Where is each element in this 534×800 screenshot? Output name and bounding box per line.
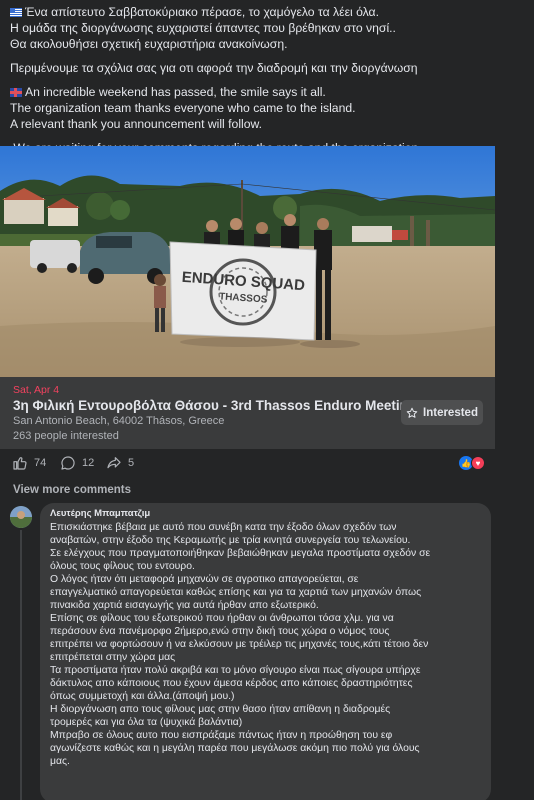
- post-actions: 74 12 5 👍 ♥: [0, 449, 495, 479]
- greek-paragraph: Ένα απίστευτο Σαββατοκύριακο πέρασε, το …: [10, 4, 524, 52]
- greece-flag-icon: [10, 8, 22, 17]
- star-icon: [406, 407, 418, 418]
- avatar[interactable]: [10, 506, 32, 528]
- view-more-comments-link[interactable]: View more comments: [13, 484, 131, 496]
- comment-action[interactable]: 12: [60, 455, 94, 471]
- thumbs-up-icon: [13, 457, 27, 470]
- photo-illustration: ENDURO SQUAD THASSOS: [0, 146, 495, 377]
- share-count: 5: [128, 457, 135, 469]
- post-line: An incredible weekend has passed, the sm…: [10, 84, 524, 100]
- post-text: Ένα απίστευτο Σαββατοκύριακο πέρασε, το …: [10, 4, 524, 164]
- event-photo[interactable]: ENDURO SQUAD THASSOS: [0, 146, 495, 377]
- post-line: Η ομάδα της διοργάνωσης ευχαριστεί άπαντ…: [10, 21, 396, 35]
- interested-label: Interested: [423, 406, 478, 419]
- interested-count: 263 people interested: [13, 430, 119, 442]
- comment-author[interactable]: Λευτέρης Μπαμπατζιμ: [50, 508, 481, 519]
- comment-bubble: Λευτέρης Μπαμπατζιμ Επισκιάστηκε βέβαια …: [40, 503, 491, 800]
- like-count: 74: [34, 457, 47, 469]
- love-reaction-icon: ♥: [471, 456, 485, 470]
- comment-count: 12: [82, 457, 95, 469]
- post-line: Θα ακολουθήσει σχετική ευχαριστήρια ανακ…: [10, 37, 288, 51]
- reactions-summary[interactable]: 👍 ♥: [459, 456, 485, 470]
- english-paragraph: An incredible weekend has passed, the sm…: [10, 84, 524, 132]
- post-line: The organization team thanks everyone wh…: [10, 101, 356, 115]
- event-title[interactable]: 3η Φιλική Εντουροβόλτα Θάσου - 3rd Thass…: [13, 398, 416, 413]
- post-line: Ένα απίστευτο Σαββατοκύριακο πέρασε, το …: [10, 4, 524, 20]
- avatar-image: [10, 506, 32, 528]
- greek-comments-request: Περιμένουμε τα σχόλια σας για οτι αφορά …: [10, 61, 418, 75]
- comment-body: Επισκιάστηκε βέβαια με αυτό που συνέβη κ…: [50, 522, 431, 767]
- like-action[interactable]: 74: [12, 455, 46, 471]
- event-card[interactable]: Sat, Apr 4 3η Φιλική Εντουροβόλτα Θάσου …: [0, 377, 495, 449]
- post-line: A relevant thank you announcement will f…: [10, 117, 263, 131]
- event-date: Sat, Apr 4: [13, 384, 60, 396]
- share-action[interactable]: 5: [106, 455, 134, 471]
- comment-bubble-icon: [61, 456, 75, 470]
- comment-thread-line: [20, 530, 22, 800]
- uk-flag-icon: [10, 88, 22, 97]
- share-arrow-icon: [107, 457, 121, 469]
- event-location: San Antonio Beach, 64002 Thásos, Greece: [13, 415, 225, 427]
- interested-button[interactable]: Interested: [401, 400, 483, 425]
